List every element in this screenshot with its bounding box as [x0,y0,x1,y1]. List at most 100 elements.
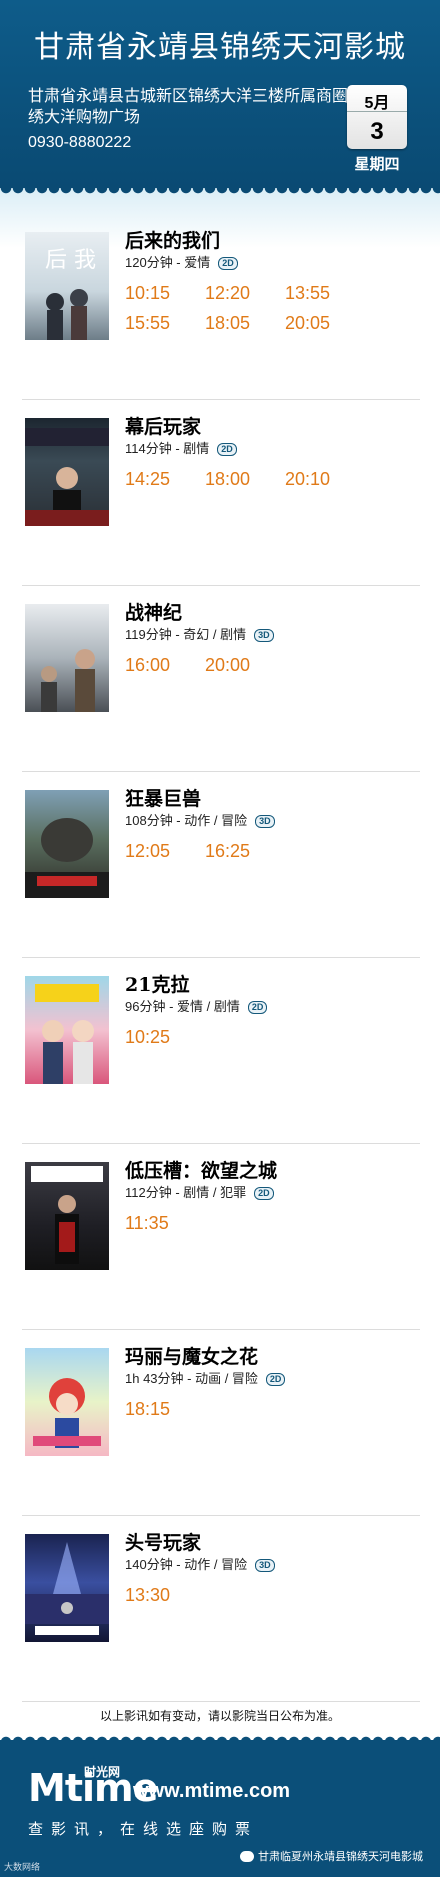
movie-item[interactable]: 后 我 后来的我们 120分钟 - 爱情 2D 10:15 12:20 13:55… [22,214,420,400]
date-weekday: 星期四 [354,156,400,173]
movie-duration-genre: 119分钟 - 奇幻 / 剧情 [125,627,247,642]
showtime[interactable]: 20:10 [285,464,365,494]
movie-poster[interactable] [25,1534,109,1642]
movie-poster[interactable] [25,1348,109,1456]
showtime[interactable]: 20:05 [285,308,365,338]
showtime[interactable]: 14:25 [125,464,205,494]
movie-title[interactable]: 战神纪 [125,602,420,624]
movie-meta: 112分钟 - 剧情 / 犯罪 2D [125,1184,420,1202]
showtime[interactable]: 10:25 [125,1022,205,1052]
movie-meta: 114分钟 - 剧情 2D [125,440,420,458]
date-month: 5月 [347,85,407,112]
movie-duration-genre: 112分钟 - 剧情 / 犯罪 [125,1185,247,1200]
movie-meta: 120分钟 - 爱情 2D [125,254,420,272]
movie-item[interactable]: 低压槽：欲望之城 112分钟 - 剧情 / 犯罪 2D 11:35 [22,1144,420,1330]
showtime[interactable]: 18:05 [205,308,285,338]
showtimes: 16:00 20:00 [125,650,420,680]
showtime[interactable]: 16:00 [125,650,205,680]
movie-duration-genre: 140分钟 - 动作 / 冒险 [125,1557,248,1572]
cinema-phone[interactable]: 0930-8880222 [28,134,131,152]
movie-poster[interactable] [25,418,109,526]
mtime-site-link[interactable]: www.mtime.com [133,1780,290,1803]
showtimes: 10:25 [125,1022,420,1052]
movie-poster[interactable] [25,790,109,898]
poster-art [33,1378,101,1448]
format-badge: 2D [218,257,238,270]
showtime[interactable]: 15:55 [125,308,205,338]
showtimes: 11:35 [125,1208,420,1238]
movie-title[interactable]: 21克拉 [125,974,420,996]
movie-meta: 140分钟 - 动作 / 冒险 3D [125,1556,420,1574]
showtime[interactable]: 10:15 [125,278,205,308]
format-badge: 3D [254,629,274,642]
movie-title[interactable]: 狂暴巨兽 [125,788,420,810]
showtimes: 12:05 16:25 [125,836,420,866]
poster-art [25,428,109,526]
format-badge: 2D [217,443,237,456]
movie-item[interactable]: 狂暴巨兽 108分钟 - 动作 / 冒险 3D 12:05 16:25 [22,772,420,958]
movie-list: 后 我 后来的我们 120分钟 - 爱情 2D 10:15 12:20 13:55… [22,214,420,1702]
movie-meta: 96分钟 - 爱情 / 剧情 2D [125,998,420,1016]
showtime[interactable]: 18:15 [125,1394,205,1424]
movie-title[interactable]: 头号玩家 [125,1532,420,1554]
cinema-address: 甘肃省永靖县古城新区锦绣大洋三楼所属商圈锦绣大洋购物广场 [28,88,365,126]
showtimes: 13:30 [125,1580,420,1610]
schedule-notice: 以上影讯如有变动，请以影院当日公布为准。 [99,1709,340,1723]
footer-slogan: 查影讯，在线选座购票 [28,1821,259,1838]
movie-meta: 108分钟 - 动作 / 冒险 3D [125,812,420,830]
showtime[interactable]: 18:00 [205,464,285,494]
movie-item[interactable]: 头号玩家 140分钟 - 动作 / 冒险 3D 13:30 [22,1516,420,1702]
cinema-title: 甘肃省永靖县锦绣天河影城 [34,30,406,65]
date-card: 5月 3 [347,85,407,149]
movie-duration-genre: 1h 43分钟 - 动画 / 冒险 [125,1371,258,1386]
poster-art [25,818,109,898]
showtime[interactable]: 11:35 [125,1208,205,1238]
movie-title[interactable]: 低压槽：欲望之城 [125,1160,420,1182]
movie-poster[interactable]: 后 我 [25,232,109,340]
wechat-account-name: 甘肃临夏州永靖县锦绣天河电影城 [258,1851,423,1863]
movie-item[interactable]: 玛丽与魔女之花 1h 43分钟 - 动画 / 冒险 2D 18:15 [22,1330,420,1516]
movie-item[interactable]: 战神纪 119分钟 - 奇幻 / 剧情 3D 16:00 20:00 [22,586,420,772]
header-scallop-divider [0,188,440,198]
poster-art [25,1542,109,1635]
date-day: 3 [370,118,384,145]
movie-title[interactable]: 玛丽与魔女之花 [125,1346,420,1368]
movie-item[interactable]: 21克拉 96分钟 - 爱情 / 剧情 2D 10:25 [22,958,420,1144]
showtime[interactable]: 13:55 [285,278,365,308]
showtimes: 18:15 [125,1394,420,1424]
movie-title[interactable]: 后来的我们 [125,230,420,252]
showtimes: 14:25 18:00 20:10 [125,464,420,494]
movie-item[interactable]: 幕后玩家 114分钟 - 剧情 2D 14:25 18:00 20:10 [22,400,420,586]
movie-poster[interactable] [25,976,109,1084]
showtime[interactable]: 20:00 [205,650,285,680]
movie-duration-genre: 120分钟 - 爱情 [125,255,211,270]
movie-title[interactable]: 幕后玩家 [125,416,420,438]
format-badge: 3D [255,1559,275,1572]
movie-duration-genre: 108分钟 - 动作 / 冒险 [125,813,248,828]
movie-meta: 119分钟 - 奇幻 / 剧情 3D [125,626,420,644]
wechat-account[interactable]: 甘肃临夏州永靖县锦绣天河电影城 [240,1848,423,1864]
movie-poster[interactable] [25,1162,109,1270]
showtime[interactable]: 13:30 [125,1580,205,1610]
showtime[interactable]: 12:05 [125,836,205,866]
format-badge: 2D [254,1187,274,1200]
svg-text:后 我: 后 我 [45,248,96,273]
movie-duration-genre: 114分钟 - 剧情 [125,441,210,456]
showtimes: 10:15 12:20 13:55 15:55 18:05 20:05 [125,278,420,338]
wechat-icon [240,1851,254,1862]
format-badge: 3D [255,815,275,828]
format-badge: 2D [247,1001,268,1014]
poster-art [41,649,95,712]
cinema-header: 甘肃省永靖县锦绣天河影城 甘肃省永靖县古城新区锦绣大洋三楼所属商圈锦绣大洋购物广… [0,0,440,188]
format-badge: 2D [265,1373,286,1386]
movie-meta: 1h 43分钟 - 动画 / 冒险 2D [125,1370,420,1388]
poster-art: 后 我 [45,248,96,340]
mtime-logo-cn: 时光网 [84,1765,121,1779]
footer-scallop-divider [0,1732,440,1742]
poster-art [31,1166,103,1264]
movie-poster[interactable] [25,604,109,712]
movie-duration-genre: 96分钟 - 爱情 / 剧情 [125,999,240,1014]
poster-art [35,984,99,1084]
showtime[interactable]: 12:20 [205,278,285,308]
showtime[interactable]: 16:25 [205,836,285,866]
